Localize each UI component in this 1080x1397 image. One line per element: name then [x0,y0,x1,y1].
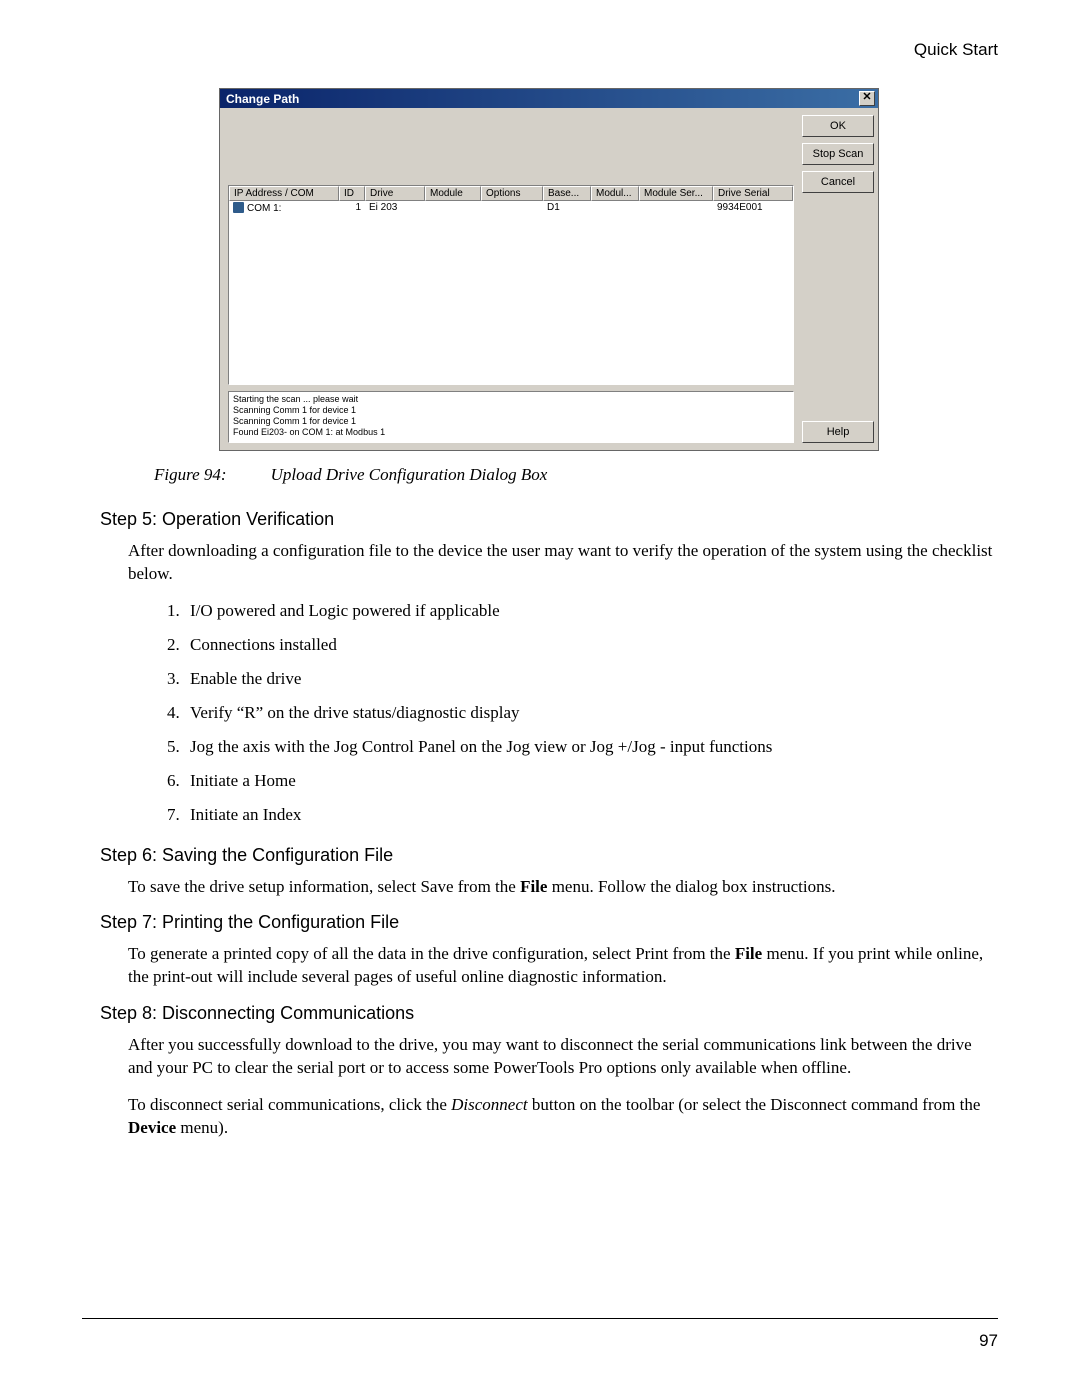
col-base[interactable]: Base... [543,186,591,201]
page-number: 97 [979,1331,998,1351]
log-line: Found Ei203- on COM 1: at Modbus 1 [233,427,789,438]
step5-checklist: I/O powered and Logic powered if applica… [156,600,998,827]
cell-base: D1 [543,201,591,215]
col-id[interactable]: ID [339,186,365,201]
col-modul[interactable]: Modul... [591,186,639,201]
bold-device: Device [128,1118,176,1137]
col-drive[interactable]: Drive [365,186,425,201]
list-item: Verify “R” on the drive status/diagnosti… [184,702,998,724]
close-icon[interactable]: ✕ [859,91,875,106]
device-listview[interactable]: IP Address / COM ID Drive Module Options… [228,185,794,385]
dialog-screenshot: Change Path ✕ IP Address / COM ID Drive … [100,88,998,451]
list-item: I/O powered and Logic powered if applica… [184,600,998,622]
list-item: Initiate an Index [184,804,998,826]
table-row[interactable]: COM 1: 1 Ei 203 D1 9934E001 [229,201,793,215]
figure-caption-text: Upload Drive Configuration Dialog Box [271,465,548,484]
text-run: To disconnect serial communications, cli… [128,1095,451,1114]
step8-p2: To disconnect serial communications, cli… [128,1094,998,1140]
list-item: Initiate a Home [184,770,998,792]
cell-id: 1 [339,201,365,215]
log-line: Scanning Comm 1 for device 1 [233,405,789,416]
log-line: Scanning Comm 1 for device 1 [233,416,789,427]
step8-heading: Step 8: Disconnecting Communications [100,1003,998,1024]
cancel-button[interactable]: Cancel [802,171,874,193]
cell-com: COM 1: [247,203,281,214]
cell-drive-serial: 9934E001 [713,201,793,215]
text-run: menu). [176,1118,228,1137]
step6-heading: Step 6: Saving the Configuration File [100,845,998,866]
bold-file: File [735,944,762,963]
step5-heading: Step 5: Operation Verification [100,509,998,530]
col-module[interactable]: Module [425,186,481,201]
list-item: Enable the drive [184,668,998,690]
figure-caption: Figure 94: Upload Drive Configuration Dia… [154,465,998,485]
list-item: Jog the axis with the Jog Control Panel … [184,736,998,758]
cell-module [425,201,481,215]
col-options[interactable]: Options [481,186,543,201]
col-ip-com[interactable]: IP Address / COM [229,186,339,201]
help-button[interactable]: Help [802,421,874,443]
col-drive-serial[interactable]: Drive Serial [713,186,793,201]
scan-log: Starting the scan ... please wait Scanni… [228,391,794,443]
step7-para: To generate a printed copy of all the da… [128,943,998,989]
com-port-icon [233,202,244,213]
dialog-titlebar: Change Path ✕ [220,89,878,108]
text-run: To save the drive setup information, sel… [128,877,520,896]
step5-intro: After downloading a configuration file t… [128,540,998,586]
cell-modul [591,201,639,215]
col-module-ser[interactable]: Module Ser... [639,186,713,201]
ok-button[interactable]: OK [802,115,874,137]
cell-options [481,201,543,215]
figure-number: Figure 94: [154,465,227,484]
text-run: menu. Follow the dialog box instructions… [547,877,835,896]
step6-para: To save the drive setup information, sel… [128,876,998,899]
cell-module-ser [639,201,713,215]
step7-heading: Step 7: Printing the Configuration File [100,912,998,933]
stop-scan-button[interactable]: Stop Scan [802,143,874,165]
cell-drive: Ei 203 [365,201,425,215]
dialog-title: Change Path [226,92,299,106]
italic-disconnect: Disconnect [451,1095,527,1114]
page-section-title: Quick Start [100,40,998,60]
text-run: button on the toolbar (or select the Dis… [528,1095,981,1114]
step8-p1: After you successfully download to the d… [128,1034,998,1080]
list-item: Connections installed [184,634,998,656]
footer-rule [82,1318,998,1319]
text-run: To generate a printed copy of all the da… [128,944,735,963]
listview-header: IP Address / COM ID Drive Module Options… [229,186,793,201]
log-line: Starting the scan ... please wait [233,394,789,405]
bold-file: File [520,877,547,896]
change-path-dialog: Change Path ✕ IP Address / COM ID Drive … [219,88,879,451]
